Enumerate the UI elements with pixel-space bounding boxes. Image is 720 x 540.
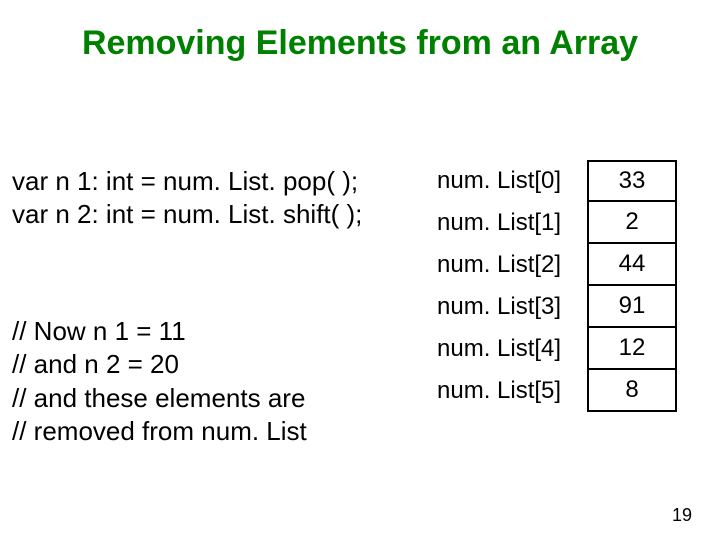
comment-line: // removed from num. List: [12, 415, 307, 448]
comment-line: // and these elements are: [12, 382, 307, 415]
page-number: 19: [672, 505, 692, 526]
slide: Removing Elements from an Array var n 1:…: [0, 0, 720, 540]
code-line: var n 1: int = num. List. pop( );: [12, 165, 362, 198]
table-row: num. List[0] 33: [435, 160, 677, 202]
page-title: Removing Elements from an Array: [0, 24, 720, 63]
array-value-cell: 33: [587, 160, 677, 202]
table-row: num. List[1] 2: [435, 202, 677, 244]
array-table: num. List[0] 33 num. List[1] 2 num. List…: [435, 160, 677, 412]
table-row: num. List[3] 91: [435, 286, 677, 328]
array-index-label: num. List[4]: [435, 328, 587, 370]
table-row: num. List[4] 12: [435, 328, 677, 370]
array-index-label: num. List[3]: [435, 286, 587, 328]
array-value-cell: 44: [587, 244, 677, 286]
code-line: var n 2: int = num. List. shift( );: [12, 198, 362, 231]
array-index-label: num. List[1]: [435, 202, 587, 244]
table-row: num. List[2] 44: [435, 244, 677, 286]
code-block-declarations: var n 1: int = num. List. pop( ); var n …: [12, 165, 362, 232]
array-index-label: num. List[2]: [435, 244, 587, 286]
code-block-comments: // Now n 1 = 11 // and n 2 = 20 // and t…: [12, 315, 307, 448]
comment-line: // Now n 1 = 11: [12, 315, 307, 348]
array-value-cell: 8: [587, 370, 677, 412]
array-value-cell: 2: [587, 202, 677, 244]
comment-line: // and n 2 = 20: [12, 348, 307, 381]
array-value-cell: 91: [587, 286, 677, 328]
array-index-label: num. List[5]: [435, 370, 587, 412]
array-index-label: num. List[0]: [435, 160, 587, 202]
array-value-cell: 12: [587, 328, 677, 370]
table-row: num. List[5] 8: [435, 370, 677, 412]
